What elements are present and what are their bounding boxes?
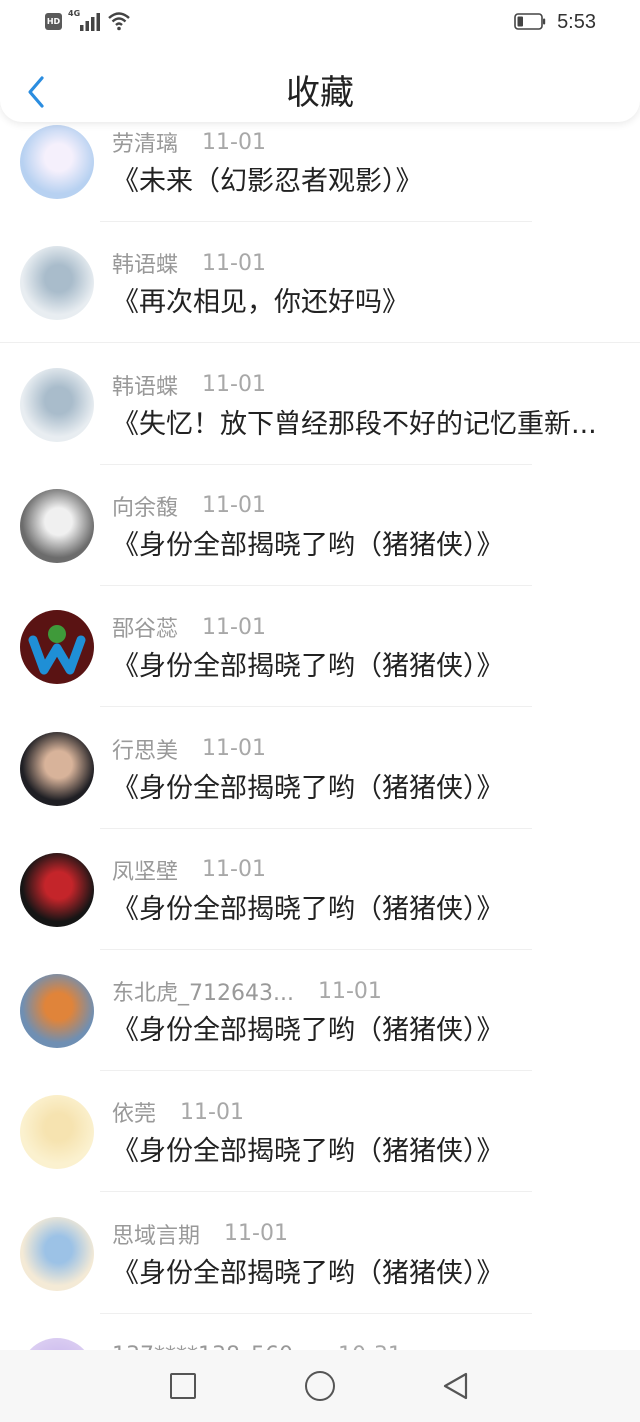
item-date: 11-01: [202, 372, 266, 398]
item-title: 《失忆！放下曾经那段不好的记忆重新...: [112, 408, 597, 440]
header: HD 4G 5:53 收藏: [0, 0, 640, 122]
system-nav-bar: [0, 1350, 640, 1422]
author-name: 东北虎_712643...: [112, 981, 294, 1007]
item-title: 《未来（幻影忍者观影）》: [112, 166, 423, 197]
avatar[interactable]: [20, 246, 94, 321]
author-name: 劳清璃: [112, 132, 179, 157]
page-title: 收藏: [286, 73, 354, 113]
triangle-back-icon: [443, 1372, 468, 1400]
item-title: 《身份全部揭晓了哟（猪猪侠）》: [112, 529, 504, 561]
avatar[interactable]: [20, 610, 94, 685]
item-date: 11-01: [180, 1099, 244, 1125]
square-icon: [170, 1373, 196, 1399]
author-name: 依莞: [112, 1102, 157, 1128]
list-item[interactable]: 137****138_560... 10-31: [0, 1314, 640, 1350]
item-date: 11-01: [317, 978, 382, 1004]
avatar[interactable]: [20, 367, 94, 442]
item-title: 《身份全部揭晓了哟（猪猪侠）》: [112, 1257, 504, 1289]
back-nav-button[interactable]: [415, 1350, 495, 1422]
item-title: 《身份全部揭晓了哟（猪猪侠）》: [112, 651, 504, 683]
battery-level-fill: [517, 16, 523, 27]
item-date: 11-01: [202, 614, 266, 640]
list-item[interactable]: 韩语蝶 11-01 《再次相见，你还好吗》: [0, 222, 640, 344]
status-bar: HD 4G 5:53: [0, 0, 640, 44]
avatar[interactable]: [20, 974, 94, 1049]
author-name: 韩语蝶: [112, 374, 179, 400]
avatar[interactable]: [20, 1095, 94, 1170]
author-name: 凤坚壁: [112, 859, 179, 885]
avatar[interactable]: [20, 852, 94, 927]
item-title: 《再次相见，你还好吗》: [112, 287, 409, 319]
item-date: 11-01: [202, 857, 266, 883]
clock: 5:53: [557, 11, 596, 33]
item-date: 11-01: [202, 250, 266, 276]
item-date: 10-31: [338, 1343, 402, 1351]
item-date: 11-01: [202, 129, 266, 155]
favorites-list[interactable]: 劳清璃 11-01 《未来（幻影忍者观影）》 韩语蝶 11-01 《再次相见，你还好吗》韩…: [0, 0, 640, 1350]
item-date: 11-01: [224, 1221, 288, 1247]
avatar[interactable]: [20, 488, 94, 563]
item-title: 《身份全部揭晓了哟（猪猪侠）》: [112, 893, 504, 925]
list-item[interactable]: 依莞 11-01 《身份全部揭晓了哟（猪猪侠）》: [0, 1071, 640, 1193]
list-item[interactable]: 东北虎_712643... 11-01 《身份全部揭晓了哟（猪猪侠）》: [0, 950, 640, 1072]
avatar[interactable]: [20, 125, 94, 199]
author-name: 行思美: [112, 738, 179, 764]
list-item[interactable]: 郚谷蕊 11-01 《身份全部揭晓了哟（猪猪侠）》: [0, 586, 640, 708]
w-logo-icon: [28, 625, 86, 675]
author-name: 思域言期: [112, 1223, 201, 1249]
avatar[interactable]: [20, 1338, 94, 1350]
home-button[interactable]: [280, 1350, 360, 1422]
avatar[interactable]: [20, 1216, 94, 1291]
author-name: 137****138_560...: [112, 1343, 314, 1351]
favorites-screen: 劳清璃 11-01 《未来（幻影忍者观影）》 韩语蝶 11-01 《再次相见，你还好吗》韩…: [0, 0, 640, 1422]
list-item[interactable]: 凤坚壁 11-01 《身份全部揭晓了哟（猪猪侠）》: [0, 829, 640, 950]
wifi-icon: [108, 12, 130, 31]
author-name: 郚谷蕊: [112, 617, 179, 643]
circle-icon: [305, 1371, 335, 1401]
recent-apps-button[interactable]: [143, 1350, 223, 1422]
signal-icon: [80, 13, 100, 31]
item-date: 11-01: [202, 736, 266, 761]
item-title: 《身份全部揭晓了哟（猪猪侠）》: [112, 1015, 504, 1047]
battery-icon: [514, 13, 546, 30]
avatar[interactable]: [20, 731, 94, 806]
author-name: 向余馥: [112, 495, 179, 521]
list-item[interactable]: 向余馥 11-01 《身份全部揭晓了哟（猪猪侠）》: [0, 465, 640, 586]
list-item[interactable]: 韩语蝶 11-01 《失忆！放下曾经那段不好的记忆重新...: [0, 344, 640, 465]
list-item[interactable]: 行思美 11-01 《身份全部揭晓了哟（猪猪侠）》: [0, 708, 640, 829]
item-title: 《身份全部揭晓了哟（猪猪侠）》: [112, 772, 504, 804]
hd-icon: HD: [45, 13, 62, 30]
list-item[interactable]: 思域言期 11-01 《身份全部揭晓了哟（猪猪侠）》: [0, 1193, 640, 1314]
item-date: 11-01: [202, 493, 266, 519]
item-title: 《身份全部揭晓了哟（猪猪侠）》: [112, 1136, 504, 1168]
author-name: 韩语蝶: [112, 253, 179, 279]
